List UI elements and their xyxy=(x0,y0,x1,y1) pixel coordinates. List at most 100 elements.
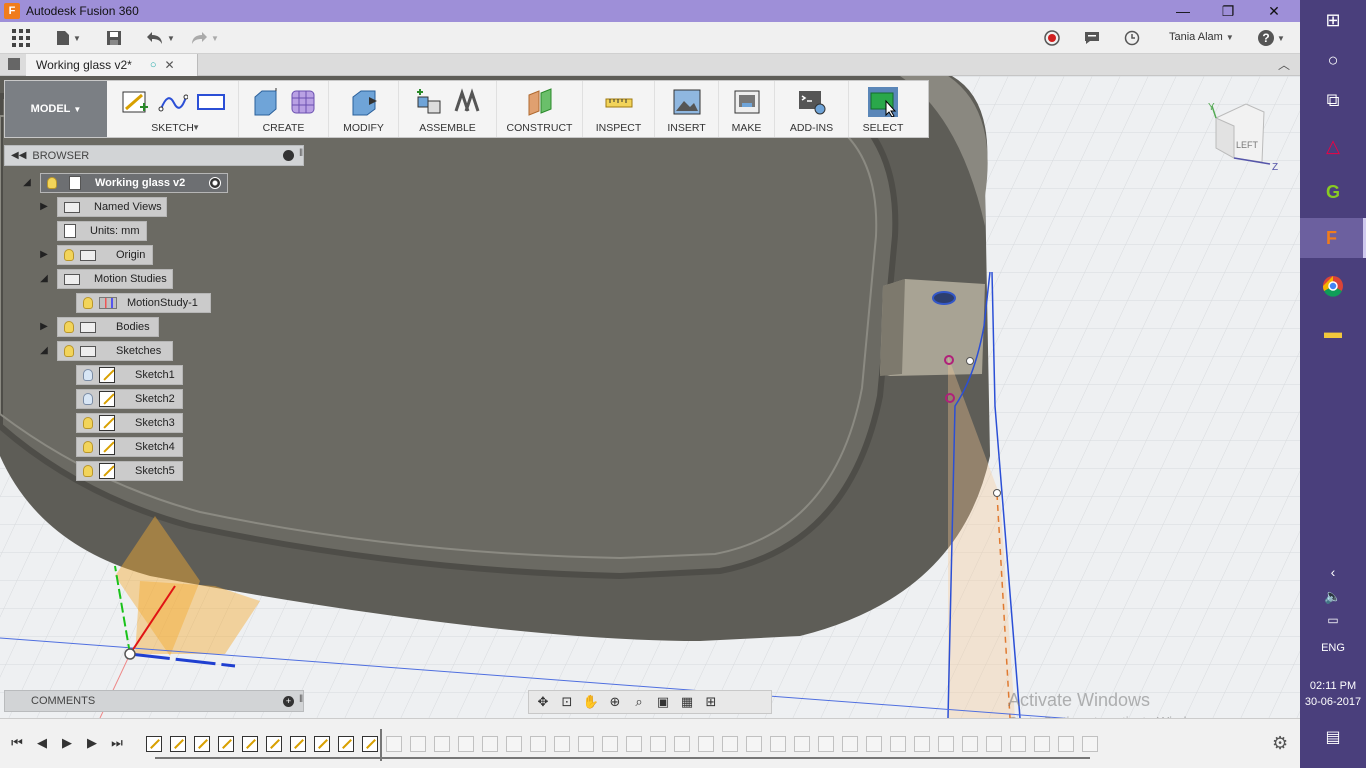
timeline-feature[interactable] xyxy=(314,736,330,752)
autodesk-triangle-app-icon[interactable]: △ xyxy=(1300,126,1366,166)
timeline-feature[interactable] xyxy=(410,736,426,752)
joint-icon[interactable] xyxy=(452,87,482,117)
grid-settings-icon[interactable]: ▦ xyxy=(677,693,697,711)
timeline-feature[interactable] xyxy=(266,736,282,752)
create-sketch-icon[interactable] xyxy=(120,87,150,117)
windows-start-icon[interactable]: ⊞ xyxy=(1300,0,1366,40)
expand-triangle-icon[interactable]: ▶ xyxy=(38,201,50,213)
timeline-feature[interactable] xyxy=(554,736,570,752)
measure-icon[interactable] xyxy=(604,87,634,117)
new-component-icon[interactable] xyxy=(414,87,444,117)
timeline-feature[interactable] xyxy=(602,736,618,752)
browser-node-sketch1[interactable]: Sketch1 xyxy=(76,365,183,385)
browser-minimize-icon[interactable] xyxy=(283,150,294,161)
browser-node-motion-studies[interactable]: Motion Studies xyxy=(57,269,173,289)
form-icon[interactable] xyxy=(288,87,318,117)
timeline-feature[interactable] xyxy=(842,736,858,752)
browser-node-named-views[interactable]: Named Views xyxy=(57,197,167,217)
task-view-icon[interactable]: ⧉ xyxy=(1300,80,1366,120)
browser-node-origin[interactable]: Origin xyxy=(57,245,153,265)
timeline-feature[interactable] xyxy=(770,736,786,752)
timeline-feature[interactable] xyxy=(962,736,978,752)
timeline-feature[interactable] xyxy=(674,736,690,752)
file-menu-button[interactable]: ▼ xyxy=(56,28,81,48)
comments-panel-header[interactable]: COMMENTS + ‖ xyxy=(4,690,304,712)
timeline-feature[interactable] xyxy=(1058,736,1074,752)
go-to-start-icon[interactable]: ⏮ xyxy=(10,735,24,751)
action-center-icon[interactable]: ▤ xyxy=(1300,718,1366,758)
3d-print-icon[interactable] xyxy=(732,87,762,117)
visibility-bulb-off-icon[interactable] xyxy=(83,369,93,381)
construct-group[interactable]: CONSTRUCT xyxy=(497,81,583,137)
browser-pin-icon[interactable]: ‖ xyxy=(299,148,303,159)
timeline-feature[interactable] xyxy=(338,736,354,752)
timeline-feature[interactable] xyxy=(194,736,210,752)
timeline-feature[interactable] xyxy=(986,736,1002,752)
timeline-feature[interactable] xyxy=(578,736,594,752)
undo-button[interactable]: ▼ xyxy=(146,28,175,48)
step-forward-icon[interactable]: ▶ xyxy=(85,735,99,751)
inspect-group[interactable]: INSPECT xyxy=(583,81,655,137)
play-icon[interactable]: ▶ xyxy=(60,735,74,751)
display-settings-icon[interactable]: ▣ xyxy=(653,693,673,711)
timeline-feature[interactable] xyxy=(914,736,930,752)
data-panel-grid-icon[interactable] xyxy=(12,28,30,48)
timeline-feature[interactable] xyxy=(146,736,162,752)
visibility-bulb-icon[interactable] xyxy=(83,297,93,309)
fit-zoom-icon[interactable]: ⌕ xyxy=(629,693,649,711)
timeline-feature[interactable] xyxy=(890,736,906,752)
visibility-bulb-icon[interactable] xyxy=(64,321,74,333)
visibility-bulb-icon[interactable] xyxy=(83,441,93,453)
browser-node-sketch3[interactable]: Sketch3 xyxy=(76,413,183,433)
visibility-bulb-icon[interactable] xyxy=(83,465,93,477)
timeline-feature[interactable] xyxy=(170,736,186,752)
timeline-feature[interactable] xyxy=(866,736,882,752)
spline-icon[interactable] xyxy=(158,87,188,117)
browser-node-sketch2[interactable]: Sketch2 xyxy=(76,389,183,409)
add-comment-icon[interactable]: + xyxy=(283,696,294,707)
maximize-button[interactable]: ❐ xyxy=(1205,0,1251,22)
browser-panel-header[interactable]: ◀◀ BROWSER ‖ xyxy=(4,145,304,166)
collapse-triangle-icon[interactable]: ◢ xyxy=(38,345,50,357)
collapse-triangle-icon[interactable]: ◢ xyxy=(21,177,33,189)
browser-node-bodies[interactable]: Bodies xyxy=(57,317,159,337)
timeline-feature[interactable] xyxy=(530,736,546,752)
job-status-button[interactable] xyxy=(1124,28,1140,48)
select-icon[interactable] xyxy=(868,87,898,117)
expand-triangle-icon[interactable]: ▶ xyxy=(38,249,50,261)
visibility-bulb-icon[interactable] xyxy=(64,249,74,261)
workspace-switcher[interactable]: MODEL ▼ xyxy=(5,81,107,137)
make-group[interactable]: MAKE xyxy=(719,81,775,137)
timeline-feature[interactable] xyxy=(698,736,714,752)
zoom-icon[interactable]: ⊕ xyxy=(605,693,625,711)
comments-pin-icon[interactable]: ‖ xyxy=(299,694,303,705)
sketch-group[interactable]: SKETCH ▼ xyxy=(107,81,239,137)
visibility-bulb-off-icon[interactable] xyxy=(83,393,93,405)
browser-node-sketch4[interactable]: Sketch4 xyxy=(76,437,183,457)
insert-image-icon[interactable] xyxy=(672,87,702,117)
collapse-left-icon[interactable]: ◀◀ xyxy=(11,150,26,161)
browser-root-node[interactable]: Working glass v2 xyxy=(40,173,228,193)
scripts-addins-icon[interactable] xyxy=(797,87,827,117)
clock-time[interactable]: 02:11 PM xyxy=(1300,680,1366,692)
timeline-feature[interactable] xyxy=(482,736,498,752)
cortana-icon[interactable]: ○ xyxy=(1300,40,1366,80)
record-button[interactable] xyxy=(1044,28,1060,48)
collapse-up-icon[interactable]: ︿ xyxy=(1278,56,1290,73)
insert-group[interactable]: INSERT xyxy=(655,81,719,137)
minimize-button[interactable]: — xyxy=(1160,0,1206,22)
g-app-icon[interactable]: G xyxy=(1300,172,1366,212)
add-ins-group[interactable]: ADD-INS xyxy=(775,81,849,137)
orbit-icon[interactable]: ✥ xyxy=(533,693,553,711)
press-pull-icon[interactable] xyxy=(349,87,379,117)
timeline-feature[interactable] xyxy=(458,736,474,752)
activate-radio-icon[interactable] xyxy=(209,177,221,189)
save-button[interactable] xyxy=(106,28,122,48)
document-tab[interactable]: Working glass v2* ○ ✕ xyxy=(26,54,198,76)
visibility-bulb-icon[interactable] xyxy=(83,417,93,429)
notifications-button[interactable] xyxy=(1084,28,1100,48)
pan-hand-icon[interactable]: ✋ xyxy=(581,693,601,711)
browser-node-units[interactable]: Units: mm xyxy=(57,221,147,241)
timeline-feature[interactable] xyxy=(1034,736,1050,752)
expand-triangle-icon[interactable]: ▶ xyxy=(38,321,50,333)
